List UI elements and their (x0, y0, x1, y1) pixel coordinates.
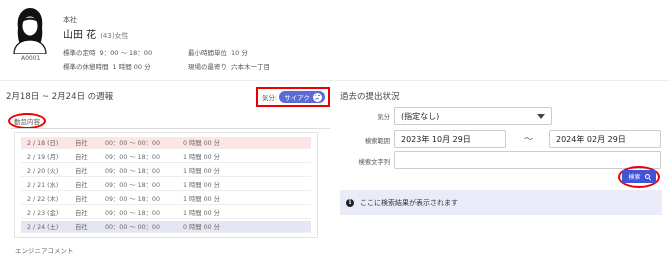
range-separator: 〜 (524, 135, 534, 145)
row-date: 2 / 19 (月) (27, 154, 59, 161)
sad-face-icon (312, 92, 322, 102)
mood-indicator: 気分: サイアク (256, 87, 330, 107)
table-row: 2 / 24 (土) 自社 00：00 〜 00：00 0 時間 00 分 (21, 221, 311, 233)
engineer-comment-label: エンジニアコメント (15, 247, 74, 255)
standard-hours-label: 標準の定時 (63, 49, 96, 57)
mood-label: 気分: (262, 94, 278, 102)
range-from-input[interactable]: 2023年 10月 29日 (394, 130, 506, 148)
employee-name: 山田 花 (43)女性 (63, 26, 129, 41)
table-row: 2 / 23 (金) 自社 09：00 〜 18：00 1 時間 00 分 (21, 207, 311, 219)
tab-divider (10, 128, 330, 129)
row-time: 09：00 〜 18：00 (105, 168, 160, 175)
row-time: 09：00 〜 18：00 (105, 210, 160, 217)
row-date: 2 / 20 (火) (27, 168, 59, 175)
nearest-station-value: 六本木一丁目 (231, 63, 270, 71)
nearest-station: 現場の最寄り 六本木一丁目 (188, 61, 270, 71)
mood-filter-value: (指定なし) (401, 111, 440, 121)
row-place: 自社 (75, 210, 88, 217)
min-unit-value: 10 分 (231, 49, 248, 57)
row-time: 00：00 〜 00：00 (105, 140, 160, 147)
search-button-label: 検索 (628, 174, 641, 181)
search-range-label: 検索範囲 (364, 138, 390, 145)
row-break: 1 時間 00 分 (183, 196, 220, 203)
past-submissions-title: 過去の提出状況 (340, 92, 400, 102)
standard-break: 標準の休憩時間 1 時間 00 分 (63, 61, 151, 71)
row-date: 2 / 22 (木) (27, 196, 59, 203)
row-date: 2 / 24 (土) (27, 224, 59, 231)
keyword-label: 検索文字列 (358, 159, 390, 166)
company-name: 本社 (63, 16, 77, 24)
standard-break-value: 1 時間 00 分 (112, 63, 151, 71)
row-time: 09：00 〜 18：00 (105, 182, 160, 189)
result-message-box: i ここに検索結果が表示されます (340, 190, 662, 215)
table-row: 2 / 20 (火) 自社 09：00 〜 18：00 1 時間 00 分 (21, 165, 311, 177)
row-break: 1 時間 00 分 (183, 168, 220, 175)
avatar-icon (13, 8, 47, 54)
row-place: 自社 (75, 154, 88, 161)
mood-badge: サイアク (279, 91, 325, 103)
row-break: 1 時間 00 分 (183, 182, 220, 189)
row-date: 2 / 23 (金) (27, 210, 59, 217)
search-icon (644, 174, 650, 179)
weekly-report-title: 2月18日 ~ 2月24日 の週報 (6, 92, 114, 102)
chevron-down-icon (537, 114, 545, 119)
table-row: 2 / 21 (水) 自社 09：00 〜 18：00 1 時間 00 分 (21, 179, 311, 191)
min-unit: 最小時間単位 10 分 (188, 47, 248, 57)
mood-badge-text: サイアク (284, 94, 310, 102)
nearest-station-label: 現場の最寄り (188, 63, 227, 71)
info-icon: i (346, 198, 354, 207)
tab-attendance[interactable]: 勤怠内容 (8, 113, 46, 129)
result-message: ここに検索結果が表示されます (360, 198, 458, 207)
row-break: 0 時間 00 分 (183, 224, 220, 231)
header-divider (0, 80, 670, 81)
employee-name-text: 山田 花 (63, 30, 97, 41)
min-unit-label: 最小時間単位 (188, 49, 227, 57)
row-place: 自社 (75, 168, 88, 175)
standard-break-label: 標準の休憩時間 (63, 63, 109, 71)
keyword-input[interactable] (394, 151, 661, 169)
row-place: 自社 (75, 224, 88, 231)
row-place: 自社 (75, 182, 88, 189)
age-gender: (43)女性 (100, 32, 129, 40)
row-date: 2 / 21 (水) (27, 182, 59, 189)
row-time: 00：00 〜 00：00 (105, 224, 160, 231)
mood-filter-label: 気分 (377, 114, 390, 121)
standard-hours: 標準の定時 9：00 〜 18：00 (63, 47, 152, 57)
mood-filter-select[interactable]: (指定なし) (394, 107, 552, 125)
range-to-input[interactable]: 2024年 02月 29日 (549, 130, 661, 148)
row-time: 09：00 〜 18：00 (105, 154, 160, 161)
row-place: 自社 (75, 196, 88, 203)
employee-id: A0001 (21, 55, 41, 62)
standard-hours-value: 9：00 〜 18：00 (99, 49, 153, 57)
table-row: 2 / 19 (月) 自社 09：00 〜 18：00 1 時間 00 分 (21, 151, 311, 163)
table-row: 2 / 18 (日) 自社 00：00 〜 00：00 0 時間 00 分 (21, 137, 311, 149)
row-time: 09：00 〜 18：00 (105, 196, 160, 203)
row-break: 0 時間 00 分 (183, 140, 220, 147)
row-date: 2 / 18 (日) (27, 140, 59, 147)
row-place: 自社 (75, 140, 88, 147)
attendance-table: 2 / 18 (日) 自社 00：00 〜 00：00 0 時間 00 分 2 … (14, 132, 318, 238)
search-button[interactable]: 検索 (622, 170, 656, 183)
row-break: 1 時間 00 分 (183, 154, 220, 161)
table-row: 2 / 22 (木) 自社 09：00 〜 18：00 1 時間 00 分 (21, 193, 311, 205)
row-break: 1 時間 00 分 (183, 210, 220, 217)
